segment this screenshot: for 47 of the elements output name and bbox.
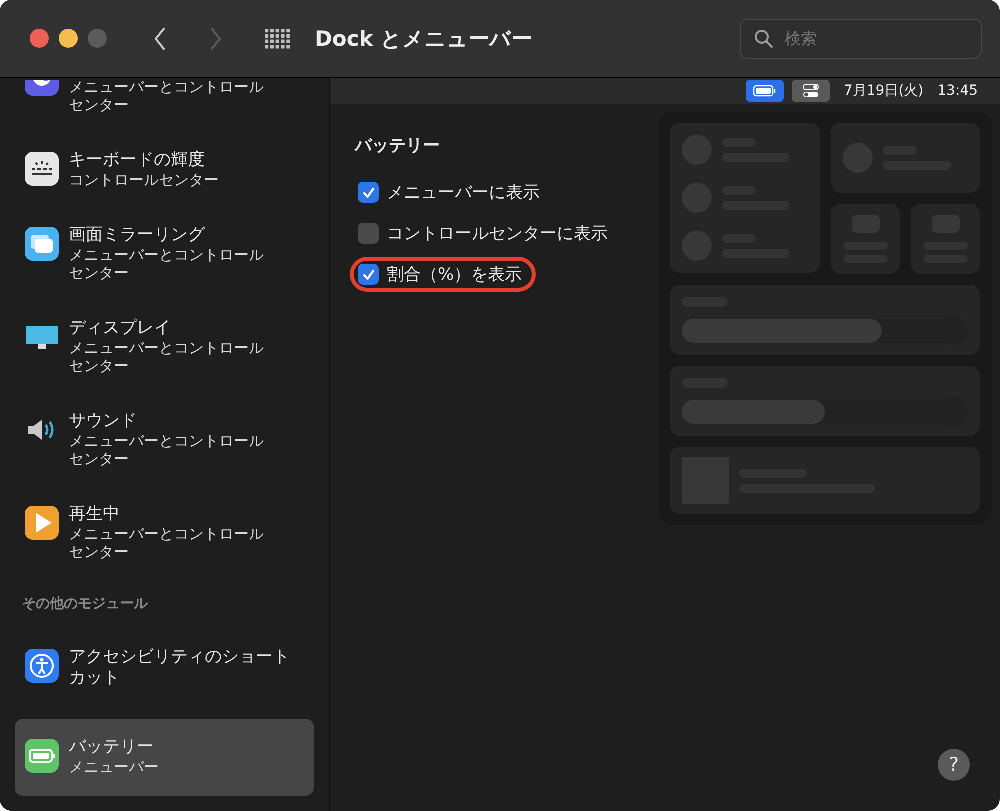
sidebar-item[interactable]: ディスプレイ メニューバーとコントロールセンター [15,300,314,393]
toggle-switches-icon [802,84,819,98]
close-button[interactable] [30,29,49,48]
item-subtitle: メニューバーとコントロールセンター [69,432,265,468]
search-icon [754,28,774,48]
sidebar-item[interactable]: サウンド メニューバーとコントロールセンター [15,393,314,486]
section-header: その他のモジュール [21,595,150,614]
keyboard-brightness-icon [25,152,59,186]
time-text: 13:45 [938,83,978,99]
item-title: サウンド [69,411,138,432]
section-title: バッテリー [355,135,441,157]
checkbox[interactable] [358,182,379,203]
item-subtitle: メニューバーとコントロールセンター [69,339,265,375]
battery-icon [25,739,59,773]
item-title: アクセシビリティのショートカット [69,647,291,689]
search-field[interactable]: 検索 [740,18,982,58]
item-title: キーボードの輝度 [69,150,206,171]
sidebar-item[interactable]: バッテリー メニューバー [15,719,314,796]
sidebar-item[interactable]: 画面ミラーリング メニューバーとコントロールセンター [15,207,314,300]
window-title: Dock とメニューバー [315,26,533,52]
battery-icon [752,85,777,97]
checkbox[interactable] [358,264,379,285]
sidebar-item[interactable]: キーボードの輝度 コントロールセンター [15,132,314,207]
minimize-button[interactable] [59,29,78,48]
item-title: ディスプレイ [69,318,172,339]
date-text: 7月19日(火) [844,82,924,100]
screen-mirroring-icon [25,227,59,261]
sidebar-item[interactable]: メニューバーとコントロールセンター [15,78,314,132]
play-icon [25,506,59,540]
checkbox[interactable] [358,223,379,244]
back-chevron-icon[interactable] [153,26,167,50]
item-subtitle: メニューバーとコントロールセンター [69,246,265,282]
checkbox-label: コントロールセンターに表示 [387,223,608,245]
item-subtitle: メニューバー [69,758,159,776]
item-subtitle: コントロールセンター [69,171,219,189]
item-title: 再生中 [69,504,121,525]
sidebar-item[interactable]: 再生中 メニューバーとコントロールセンター [15,486,314,579]
grid-icon[interactable] [265,28,291,48]
item-subtitle: メニューバーとコントロールセンター [69,78,265,114]
item-title: 画面ミラーリング [69,225,206,246]
accessibility-icon [25,649,59,683]
checkbox-label: 割合（%）を表示 [387,264,522,286]
help-button[interactable]: ? [938,749,970,781]
checkbox-label: メニューバーに表示 [387,182,540,204]
sidebar-item[interactable]: アクセシビリティのショートカット [15,629,314,707]
item-subtitle: メニューバーとコントロールセンター [69,525,265,561]
item-title: バッテリー [69,737,155,758]
